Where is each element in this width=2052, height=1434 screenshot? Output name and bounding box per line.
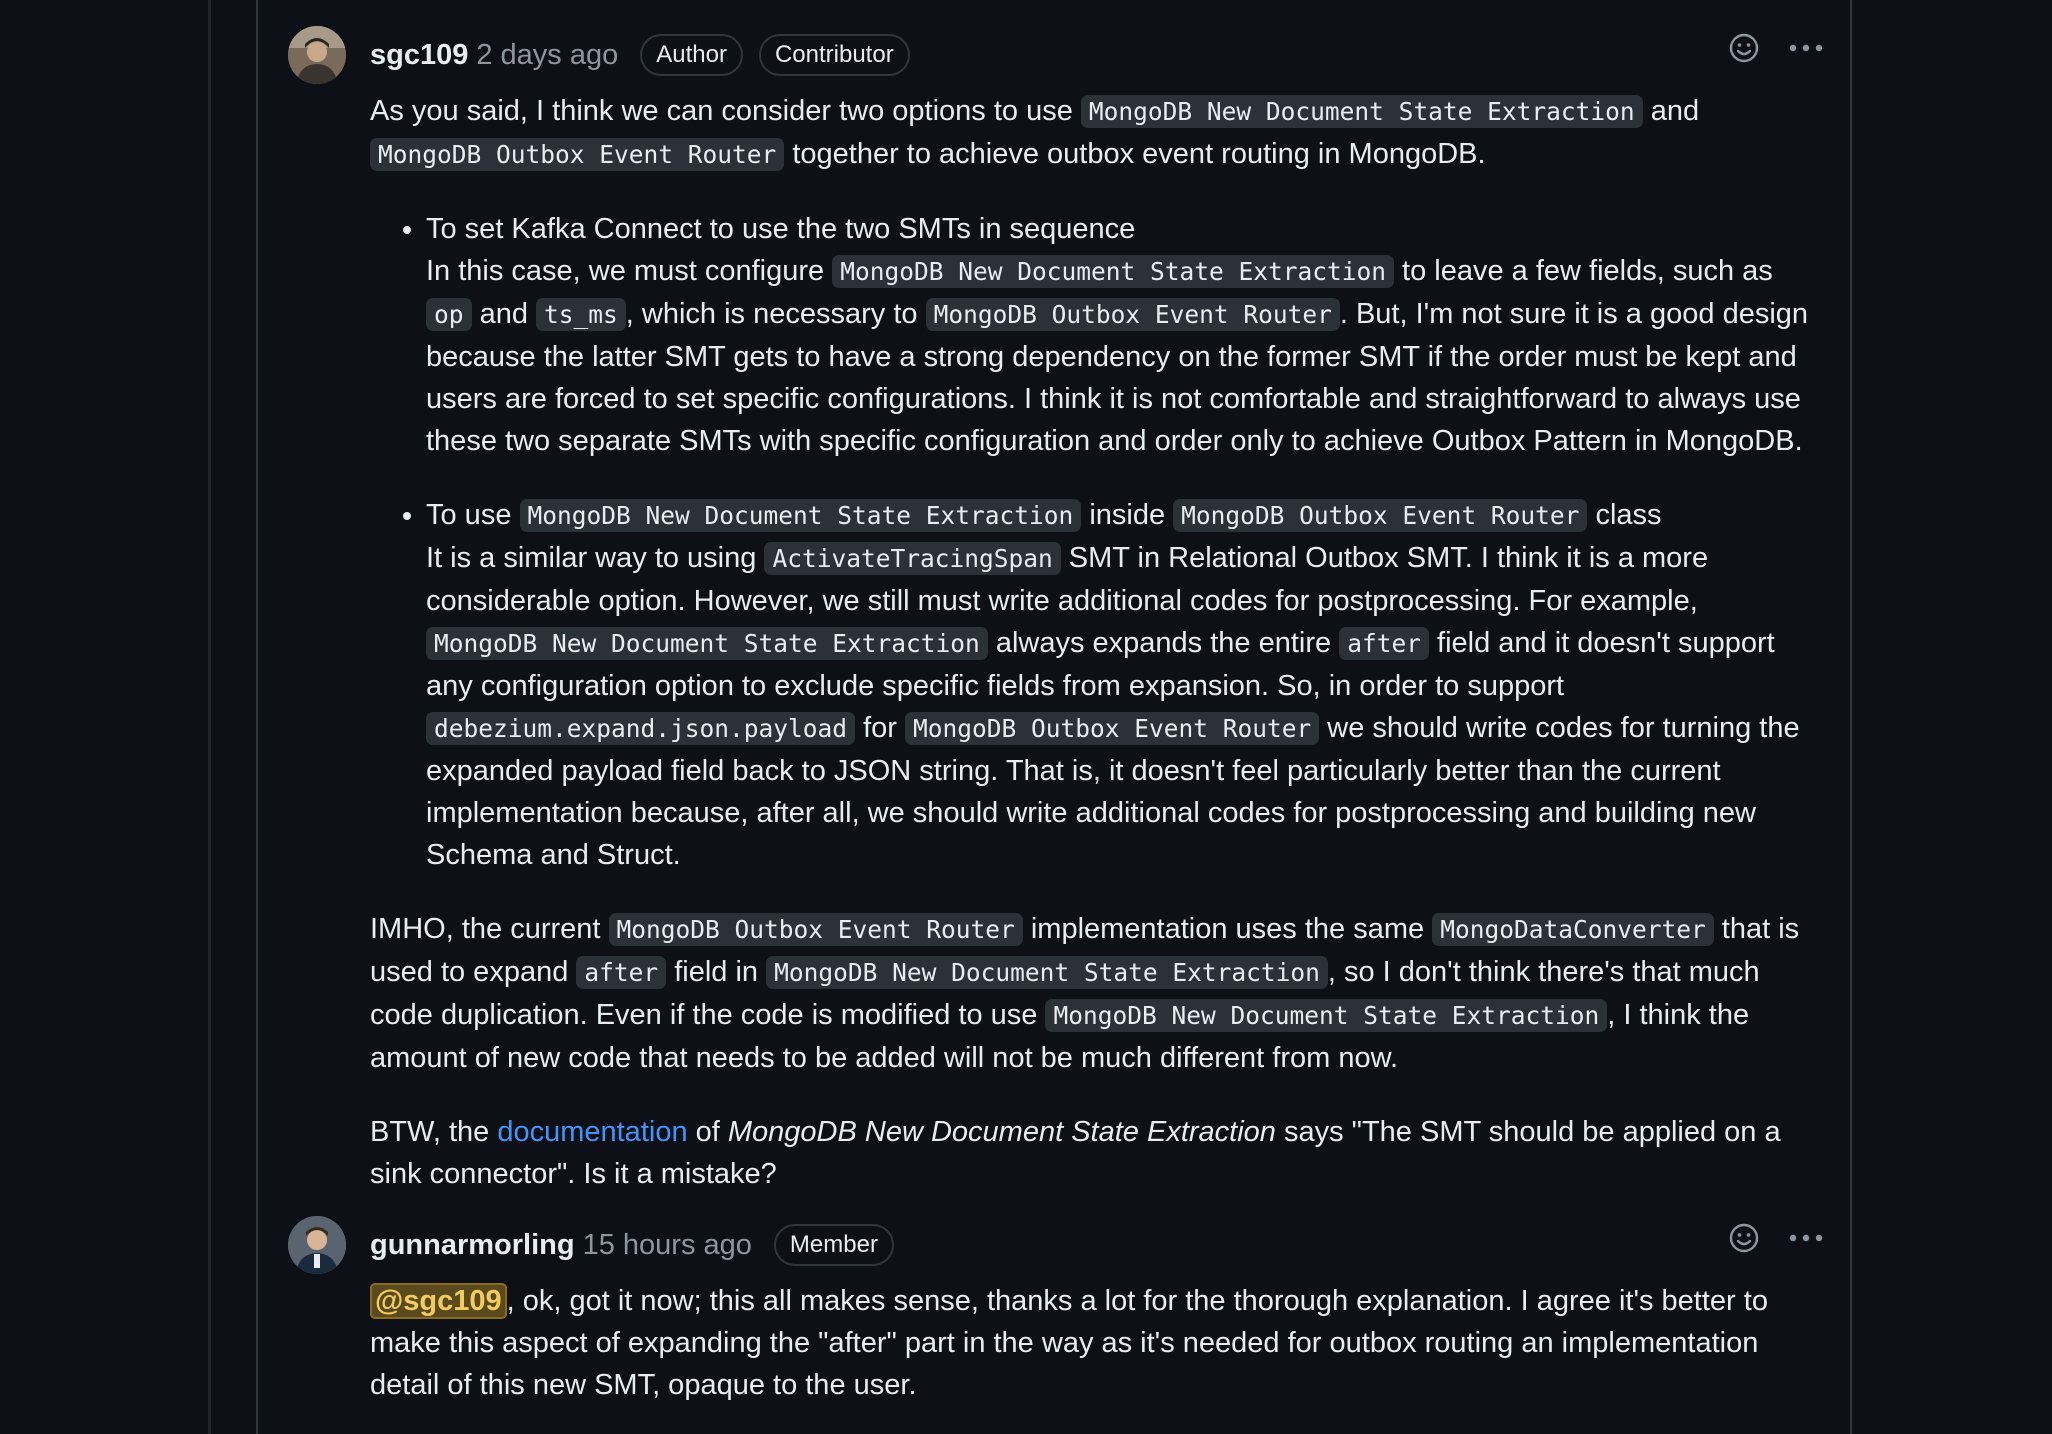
paragraph-btw: BTW, the documentation of MongoDB New Do…	[370, 1111, 1822, 1195]
inline-code: MongoDB New Document State Extraction	[1080, 95, 1643, 128]
paragraph-reply: @sgc109, ok, got it now; this all makes …	[370, 1280, 1822, 1406]
list-item-title: To set Kafka Connect to use the two SMTs…	[426, 213, 1136, 245]
text: inside	[1081, 499, 1174, 531]
inline-code: MongoDB New Document State Extraction	[1045, 999, 1608, 1032]
list-item-option-1: To set Kafka Connect to use the two SMTs…	[426, 208, 1822, 462]
user-mention[interactable]: @sgc109	[370, 1283, 507, 1319]
inline-code: MongoDB Outbox Event Router	[370, 138, 785, 171]
inline-code: MongoDB New Document State Extraction	[832, 255, 1394, 288]
text: field in	[666, 956, 767, 988]
emphasis-text: MongoDB New Document State Extraction	[727, 1116, 1276, 1148]
author-badge: Author	[640, 34, 743, 76]
comment-body: @sgc109, ok, got it now; this all makes …	[370, 1280, 1822, 1434]
text: and	[471, 298, 537, 330]
documentation-link[interactable]: documentation	[497, 1116, 687, 1148]
text: As you said, I think we can consider two…	[370, 95, 1081, 127]
kebab-horizontal-icon[interactable]	[1788, 30, 1824, 66]
text: IMHO, the current	[370, 913, 609, 945]
inline-code: op	[426, 298, 472, 331]
comment-header: sgc109 2 days ago Author Contributor	[370, 26, 910, 84]
text: , which is necessary to	[625, 298, 926, 330]
text: together to achieve outbox event routing…	[784, 138, 1486, 170]
inline-code: MongoDB New Document State Extraction	[426, 627, 988, 660]
text: for	[855, 712, 905, 744]
text: always expands the entire	[987, 627, 1340, 659]
inline-code: after	[576, 956, 667, 989]
avatar-gunnarmorling[interactable]	[288, 1216, 346, 1274]
comment-timestamp[interactable]: 15 hours ago	[583, 1229, 752, 1262]
avatar-sgc109[interactable]	[288, 26, 346, 84]
author-name[interactable]: gunnarmorling	[370, 1229, 575, 1262]
inline-code: MongoDataConverter	[1432, 913, 1714, 946]
author-name[interactable]: sgc109	[370, 39, 468, 72]
comment-timestamp[interactable]: 2 days ago	[476, 39, 618, 72]
text: class	[1587, 499, 1662, 531]
inline-code: MongoDB New Document State Extraction	[519, 499, 1082, 532]
paragraph-imho: IMHO, the current MongoDB Outbox Event R…	[370, 908, 1822, 1079]
text: and	[1642, 95, 1700, 127]
inline-code: MongoDB New Document State Extraction	[766, 956, 1328, 989]
paragraph-intro: As you said, I think we can consider two…	[370, 90, 1822, 176]
inline-code: after	[1339, 627, 1429, 660]
inline-code: MongoDB Outbox Event Router	[608, 913, 1023, 946]
comment-actions	[1726, 1220, 1824, 1256]
list-item-option-2: To use MongoDB New Document State Extrac…	[426, 494, 1822, 876]
comment-body: As you said, I think we can consider two…	[370, 90, 1822, 1227]
text: implementation uses the same	[1022, 913, 1433, 945]
smiley-icon[interactable]	[1726, 30, 1762, 66]
options-list: To set Kafka Connect to use the two SMTs…	[370, 208, 1822, 876]
inline-code: MongoDB Outbox Event Router	[925, 298, 1340, 331]
avatar-image	[288, 1216, 346, 1274]
comment-actions	[1726, 30, 1824, 66]
smiley-icon[interactable]	[1726, 1220, 1762, 1256]
text: to leave a few fields, such as	[1393, 255, 1773, 287]
text: To use	[426, 499, 520, 531]
text: In this case, we must configure	[426, 255, 833, 287]
inline-code: MongoDB Outbox Event Router	[1173, 499, 1588, 532]
contributor-badge: Contributor	[758, 34, 910, 76]
timeline-line	[208, 0, 211, 1434]
inline-code: ts_ms	[536, 298, 626, 331]
kebab-horizontal-icon[interactable]	[1788, 1220, 1824, 1256]
member-badge: Member	[773, 1224, 894, 1266]
text: BTW, the	[370, 1116, 498, 1148]
inline-code: debezium.expand.json.payload	[426, 712, 856, 745]
text: It is a similar way to using	[426, 542, 765, 574]
text: , ok, got it now; this all makes sense, …	[370, 1285, 1768, 1401]
inline-code: ActivateTracingSpan	[764, 542, 1061, 575]
text: of	[687, 1116, 728, 1148]
comment-header: gunnarmorling 15 hours ago Member	[370, 1216, 894, 1274]
inline-code: MongoDB Outbox Event Router	[904, 712, 1320, 745]
avatar-image	[288, 26, 346, 84]
